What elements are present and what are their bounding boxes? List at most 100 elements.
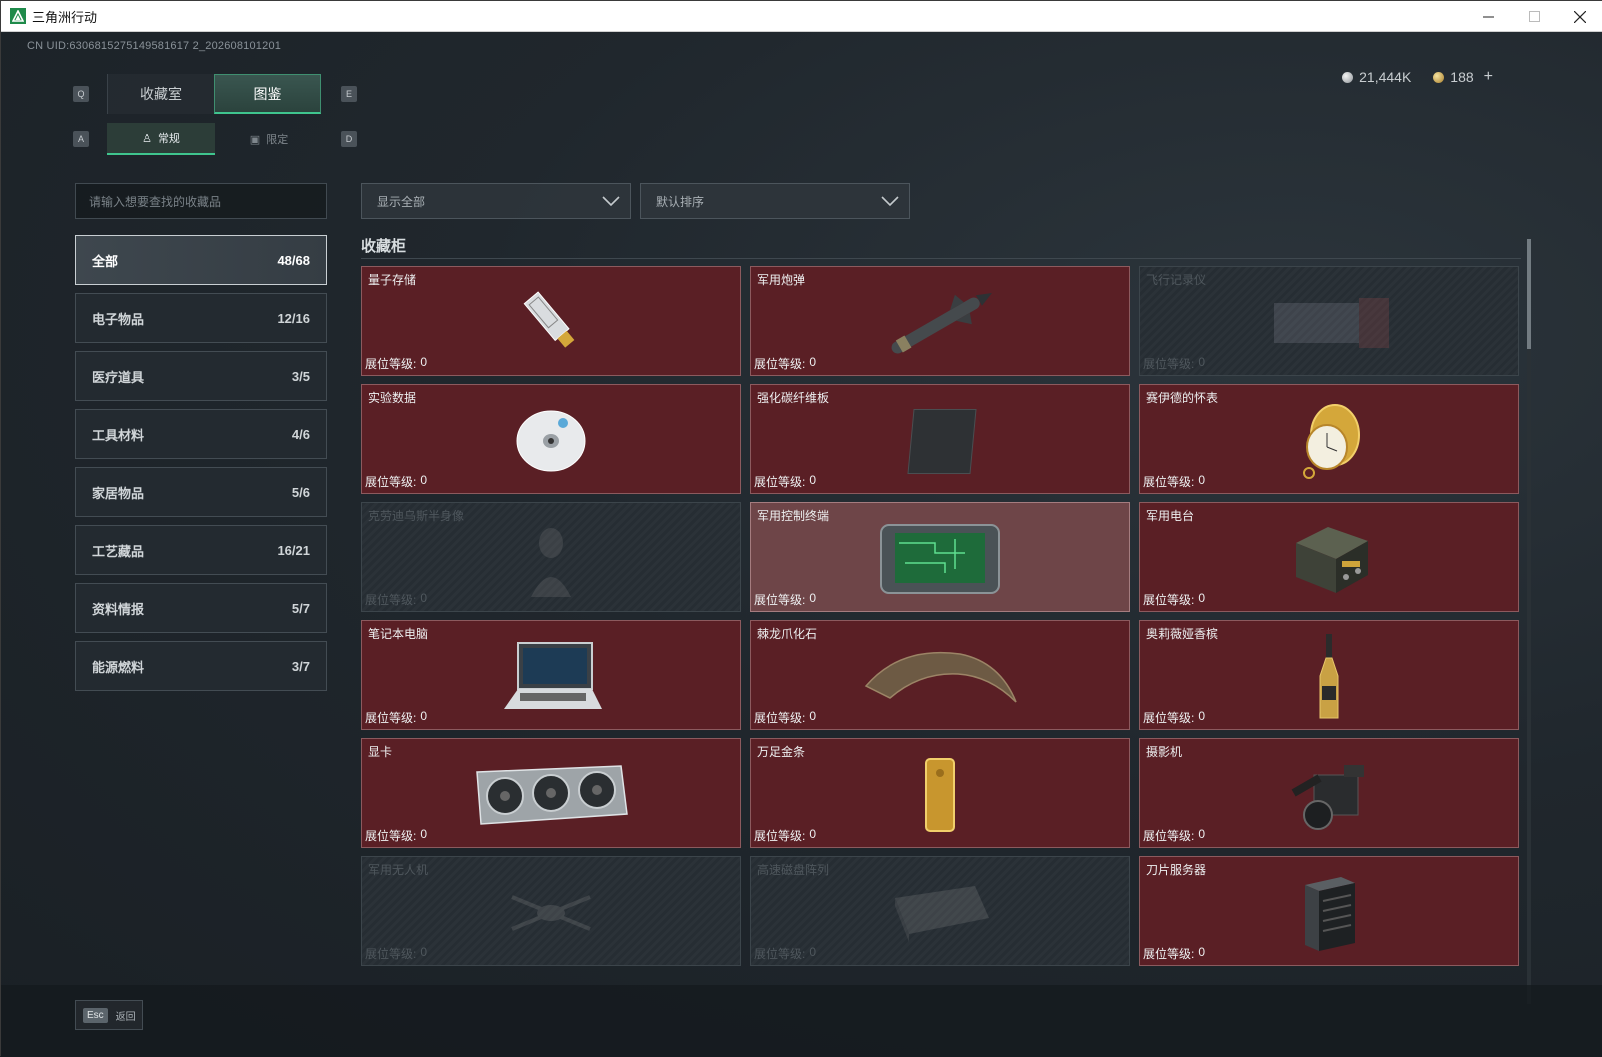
section-divider (361, 258, 1521, 259)
collection-card[interactable]: 高速磁盘阵列 展位等级: 0 (750, 856, 1130, 966)
category-tools[interactable]: 工具材料 4/6 (75, 409, 327, 459)
category-intel[interactable]: 资料情报 5/7 (75, 583, 327, 633)
minimize-button[interactable] (1465, 1, 1511, 32)
collection-grid: 量子存储 展位等级:0 军用炮弹 展位等级:0 飞行记录仪 展位等级:0 (361, 266, 1521, 966)
collection-card[interactable]: 飞行记录仪 展位等级: 0 (1139, 266, 1519, 376)
usb-drive-icon (523, 291, 575, 348)
collection-card[interactable]: 军用炮弹 展位等级: 0 (750, 266, 1130, 376)
collection-card[interactable]: 笔记本电脑 展位等级: 0 (361, 620, 741, 730)
currency-bar: 21,444K 188 + (1342, 68, 1493, 86)
category-household[interactable]: 家居物品 5/6 (75, 467, 327, 517)
sort-value: 默认排序 (656, 194, 705, 209)
key-hint-d: D (341, 131, 357, 147)
grid-scrollbar-track[interactable] (1527, 239, 1531, 1004)
collection-card[interactable]: 摄影机 展位等级: 0 (1139, 738, 1519, 848)
collection-card[interactable]: 强化碳纤维板 展位等级: 0 (750, 384, 1130, 494)
item-level: 展位等级: 0 (754, 591, 816, 608)
level-value: 0 (1198, 355, 1206, 369)
category-count: 5/7 (291, 600, 310, 616)
filter-value: 显示全部 (377, 194, 426, 209)
bust-icon (531, 528, 571, 598)
level-label: 展位等级: (365, 829, 417, 843)
level-value: 0 (1198, 709, 1206, 723)
category-count: 3/7 (291, 658, 310, 674)
collection-card[interactable]: 军用电台 展位等级: 0 (1139, 502, 1519, 612)
level-value: 0 (420, 591, 428, 605)
category-electronics[interactable]: 电子物品 12/16 (75, 293, 327, 343)
grid-scrollbar-thumb[interactable] (1527, 239, 1531, 349)
item-level: 展位等级: 0 (365, 709, 427, 726)
search-input[interactable]: 请输入想要查找的收藏品 (75, 183, 327, 219)
item-name: 刀片服务器 (1146, 863, 1207, 877)
level-value: 0 (1198, 945, 1206, 959)
back-label: 返回 (115, 1011, 136, 1023)
item-name: 奥莉薇娅香槟 (1146, 627, 1219, 641)
level-value: 0 (420, 709, 428, 723)
level-label: 展位等级: (754, 711, 806, 725)
key-hint-a: A (73, 131, 89, 147)
collection-card[interactable]: 量子存储 展位等级: 0 (361, 266, 741, 376)
silver-amount: 21,444K (1359, 69, 1412, 85)
collection-card[interactable]: 刀片服务器 展位等级: 0 (1139, 856, 1519, 966)
item-level: 展位等级: 0 (365, 473, 427, 490)
add-currency-button[interactable]: + (1484, 68, 1493, 86)
category-medical[interactable]: 医疗道具 3/5 (75, 351, 327, 401)
maximize-button[interactable] (1511, 1, 1557, 32)
level-label: 展位等级: (365, 947, 417, 961)
category-count: 16/21 (277, 542, 310, 558)
level-label: 展位等级: (754, 947, 806, 961)
subtab-limited[interactable]: ▣ 限定 (215, 123, 323, 155)
item-name: 摄影机 (1146, 745, 1183, 759)
collection-card[interactable]: 实验数据 展位等级: 0 (361, 384, 741, 494)
level-label: 展位等级: (365, 711, 417, 725)
level-label: 展位等级: (1143, 593, 1195, 607)
level-label: 展位等级: (1143, 947, 1195, 961)
camera-icon (1291, 765, 1364, 831)
gold-currency: 188 + (1433, 68, 1493, 86)
level-label: 展位等级: (754, 829, 806, 843)
collection-card[interactable]: 万足金条 展位等级: 0 (750, 738, 1130, 848)
gold-coin-icon (1433, 71, 1445, 83)
item-level: 展位等级: 0 (365, 945, 427, 962)
disc-icon (516, 410, 586, 472)
collection-card[interactable]: 克劳迪乌斯半身像 展位等级: 0 (361, 502, 741, 612)
category-count: 5/6 (291, 484, 310, 500)
collection-card[interactable]: 棘龙爪化石 展位等级: 0 (750, 620, 1130, 730)
item-name: 显卡 (368, 745, 393, 759)
level-value: 0 (420, 473, 428, 487)
collection-card[interactable]: 奥莉薇娅香槟 展位等级: 0 (1139, 620, 1519, 730)
player-uid: CN UID:6306815275149581617 2_20260810120… (27, 40, 282, 52)
flight-recorder-icon (1274, 298, 1389, 349)
category-count: 48/68 (277, 252, 310, 268)
collection-card[interactable]: 赛伊德的怀表 展位等级: 0 (1139, 384, 1519, 494)
item-level: 展位等级: 0 (754, 355, 816, 372)
category-label: 全部 (92, 253, 119, 269)
item-level: 展位等级: 0 (754, 827, 816, 844)
level-label: 展位等级: (1143, 475, 1195, 489)
sort-dropdown[interactable]: 默认排序 (640, 183, 910, 219)
subtab-regular[interactable]: ♙ 常规 (107, 123, 215, 155)
tab-catalog[interactable]: 图鉴 (214, 74, 321, 114)
close-button[interactable] (1557, 1, 1602, 32)
level-label: 展位等级: (754, 475, 806, 489)
item-name: 军用无人机 (368, 863, 429, 877)
item-name: 飞行记录仪 (1146, 273, 1207, 287)
item-level: 展位等级: 0 (1143, 355, 1205, 372)
level-value: 0 (420, 827, 428, 841)
collection-card[interactable]: 显卡 展位等级: 0 (361, 738, 741, 848)
item-name: 军用控制终端 (757, 509, 830, 523)
category-energy[interactable]: 能源燃料 3/7 (75, 641, 327, 691)
category-crafts[interactable]: 工艺藏品 16/21 (75, 525, 327, 575)
item-level: 展位等级: 0 (754, 473, 816, 490)
tab-collection-room[interactable]: 收藏室 (107, 74, 214, 114)
collection-card[interactable]: 军用无人机 展位等级: 0 (361, 856, 741, 966)
filter-dropdown[interactable]: 显示全部 (361, 183, 631, 219)
item-name: 实验数据 (368, 391, 417, 405)
category-count: 4/6 (291, 426, 310, 442)
back-button[interactable]: Esc 返回 (75, 1000, 143, 1030)
disk-array-icon (895, 886, 989, 943)
category-all[interactable]: 全部 48/68 (75, 235, 327, 285)
close-icon (1574, 10, 1586, 23)
level-value: 0 (1198, 473, 1206, 487)
collection-card[interactable]: 军用控制终端 展位等级: 0 (750, 502, 1130, 612)
